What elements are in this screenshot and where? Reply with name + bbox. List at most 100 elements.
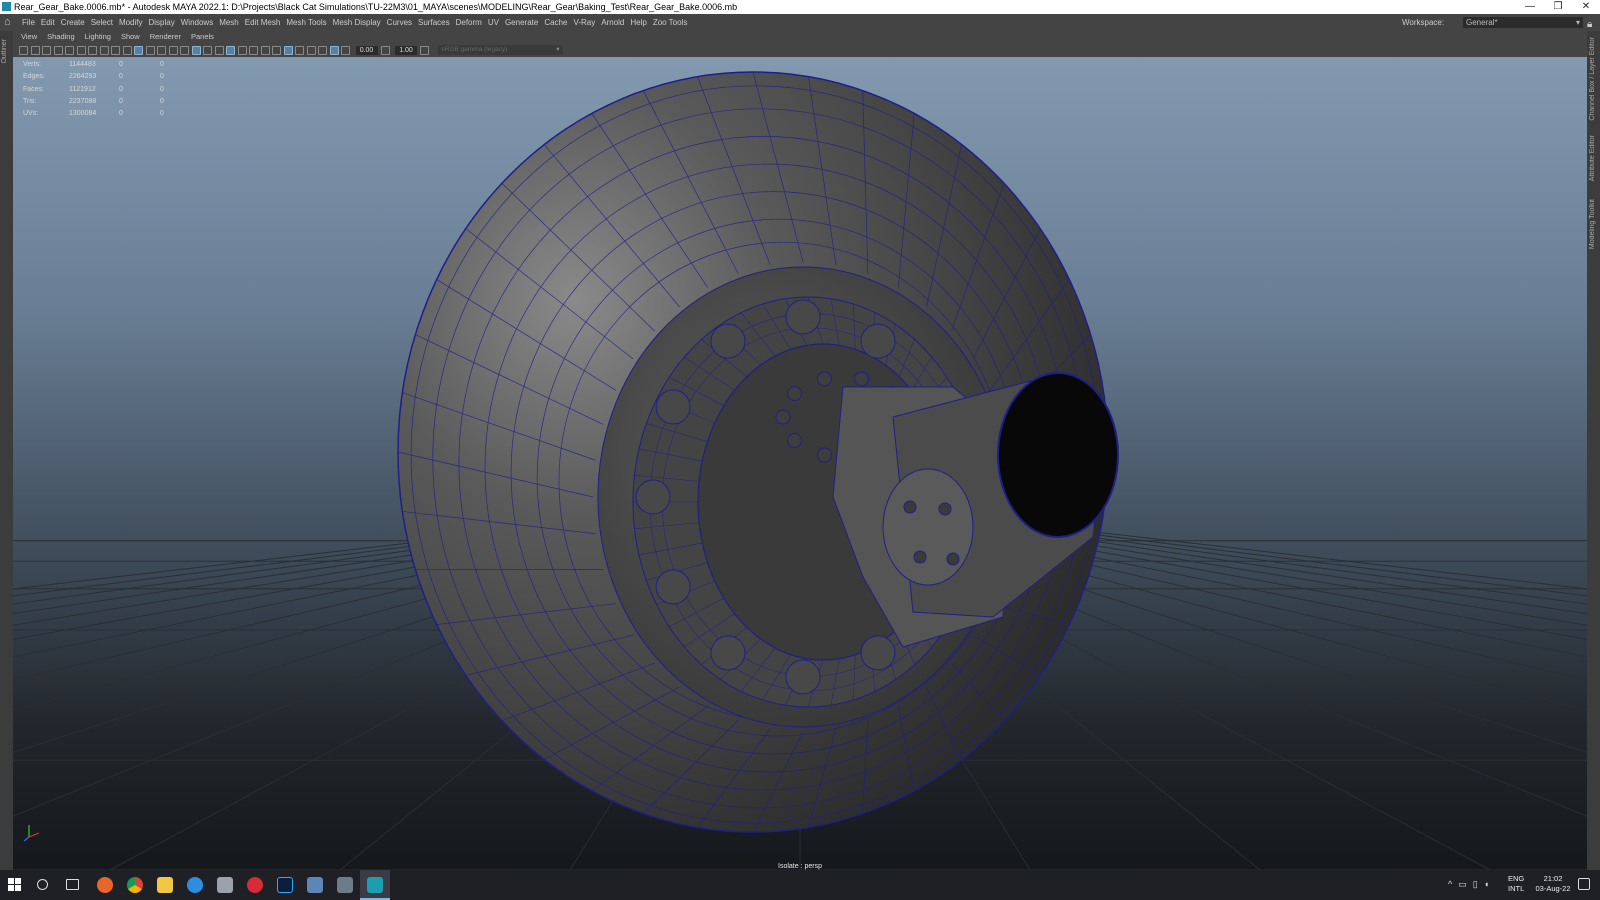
film-gate-icon[interactable] — [99, 45, 109, 55]
color-management-icon[interactable] — [420, 45, 429, 55]
panel-menu-panels[interactable]: Panels — [191, 31, 214, 43]
gamma-field[interactable]: 1.00 — [395, 45, 417, 55]
volume-icon[interactable]: ◖ — [1484, 879, 1489, 890]
depth-of-field-icon[interactable] — [329, 45, 339, 55]
panel-menu-renderer[interactable]: Renderer — [150, 31, 181, 43]
menu-windows[interactable]: Windows — [181, 14, 219, 31]
menu-arnold[interactable]: Arnold — [601, 14, 630, 31]
menu-mesh-tools[interactable]: Mesh Tools — [286, 14, 332, 31]
wireframe-icon[interactable] — [180, 45, 189, 55]
battery-icon[interactable]: ▯ — [1473, 879, 1478, 890]
isolate-select-icon[interactable] — [283, 45, 293, 55]
vivaldi-icon[interactable] — [247, 877, 263, 893]
field-chart-icon[interactable] — [145, 45, 155, 55]
menu-modify[interactable]: Modify — [119, 14, 149, 31]
exposure-field[interactable]: 0.00 — [355, 45, 378, 55]
start-icon[interactable] — [8, 878, 22, 892]
xray-icon[interactable] — [260, 45, 270, 55]
maya-icon[interactable] — [367, 877, 383, 893]
panel-menu-lighting[interactable]: Lighting — [85, 31, 111, 43]
panel-menu-shading[interactable]: Shading — [47, 31, 75, 43]
menu-edit[interactable]: Edit — [41, 14, 61, 31]
gate-mask-icon[interactable] — [122, 45, 132, 55]
chevron-up-icon[interactable]: ^ — [1448, 879, 1452, 890]
panel-menu-view[interactable]: View — [21, 31, 37, 43]
file-explorer-icon[interactable] — [157, 877, 173, 893]
safe-action-icon[interactable] — [157, 45, 166, 55]
search-icon[interactable] — [37, 879, 48, 890]
menu-create[interactable]: Create — [61, 14, 91, 31]
shadows-icon[interactable] — [249, 45, 258, 55]
menu-surfaces[interactable]: Surfaces — [418, 14, 456, 31]
network-icon[interactable]: ▭ — [1458, 879, 1467, 890]
perspective-viewport[interactable]: Verts: 1144483 0 0 Edges: 2264293 0 0 Faces: 1121… — [13, 57, 1587, 870]
windows-taskbar: ^ ▭ ▯ ◖ ENG INTL 21:02 03-Aug-22 — [0, 870, 1600, 900]
resolution-gate-icon[interactable] — [111, 45, 120, 55]
menu-help[interactable]: Help — [630, 14, 652, 31]
menu-select[interactable]: Select — [91, 14, 119, 31]
wheel-model — [397, 71, 1119, 833]
textured-icon[interactable] — [214, 45, 224, 55]
grease-pencil-icon[interactable] — [76, 45, 86, 55]
xray-joints-icon[interactable] — [272, 45, 281, 55]
language-indicator[interactable]: ENG INTL — [1508, 874, 1524, 894]
motion-blur-icon[interactable] — [306, 45, 316, 55]
menu-mesh-display[interactable]: Mesh Display — [333, 14, 387, 31]
edge-icon[interactable] — [187, 877, 203, 893]
notification-icon[interactable] — [1578, 878, 1590, 890]
view-transform-select[interactable]: sRGB gamma (legacy) ▾ — [437, 45, 563, 55]
restore-button[interactable]: ❐ — [1544, 0, 1572, 14]
default-material-icon[interactable] — [203, 45, 212, 55]
workspace-select[interactable]: General* ▾ — [1463, 17, 1583, 28]
safe-title-icon[interactable] — [168, 45, 178, 55]
outliner-strip[interactable]: Outliner — [0, 31, 13, 870]
menu-v-ray[interactable]: V-Ray — [573, 14, 601, 31]
use-all-lights-icon[interactable] — [237, 45, 247, 55]
image-plane-icon[interactable] — [53, 45, 63, 55]
hud-v1: 1300084 — [69, 110, 97, 118]
menu-zoo-tools[interactable]: Zoo Tools — [653, 14, 694, 31]
lock-camera-icon[interactable] — [88, 45, 97, 55]
menu-file[interactable]: File — [22, 14, 41, 31]
exposure-icon[interactable] — [341, 45, 350, 55]
close-button[interactable]: ✕ — [1572, 0, 1600, 14]
clock[interactable]: 21:02 03-Aug-22 — [1530, 874, 1576, 894]
hud-v1: 1121912 — [69, 85, 96, 93]
ambient-occlusion-icon[interactable] — [295, 45, 304, 55]
home-icon[interactable]: ⌂ — [4, 16, 16, 28]
hud-v2: 0 — [119, 110, 123, 118]
minimize-button[interactable]: — — [1516, 0, 1544, 14]
photoshop-icon[interactable] — [277, 877, 293, 893]
menu-display[interactable]: Display — [149, 14, 181, 31]
firefox-icon[interactable] — [97, 877, 113, 893]
chrome-icon[interactable] — [127, 877, 143, 893]
grid-icon[interactable] — [134, 45, 143, 55]
gamma-icon[interactable] — [380, 45, 390, 55]
language-code: ENG — [1508, 874, 1525, 883]
hud-row: Faces: 1121912 0 0 — [23, 84, 170, 96]
app-icon[interactable] — [217, 877, 233, 893]
calculator-icon[interactable] — [337, 877, 353, 893]
menu-uv[interactable]: UV — [488, 14, 505, 31]
menu-generate[interactable]: Generate — [505, 14, 544, 31]
menu-curves[interactable]: Curves — [387, 14, 418, 31]
outliner-tab[interactable]: Outliner — [1, 39, 8, 64]
attribute-editor-tab[interactable]: Attribute Editor — [1589, 135, 1596, 181]
chevron-down-icon: ▾ — [1575, 18, 1580, 27]
task-view-icon[interactable] — [66, 879, 79, 890]
panel-menu-show[interactable]: Show — [121, 31, 140, 43]
menu-cache[interactable]: Cache — [544, 14, 573, 31]
menu-mesh[interactable]: Mesh — [219, 14, 245, 31]
camera-attributes-icon[interactable] — [30, 45, 40, 55]
smooth-shade-icon[interactable] — [191, 45, 201, 55]
menu-edit-mesh[interactable]: Edit Mesh — [245, 14, 287, 31]
anti-aliasing-icon[interactable] — [318, 45, 327, 55]
2d-pan-zoom-icon[interactable] — [65, 45, 74, 55]
wireframe-on-shaded-icon[interactable] — [226, 45, 235, 55]
select-camera-icon[interactable] — [19, 45, 28, 55]
modeling-toolkit-tab[interactable]: Modeling Toolkit — [1589, 199, 1596, 249]
window-icon[interactable] — [307, 877, 323, 893]
bookmark-icon[interactable] — [42, 45, 51, 55]
channel-box-tab[interactable]: Channel Box / Layer Editor — [1589, 37, 1596, 121]
menu-deform[interactable]: Deform — [456, 14, 488, 31]
